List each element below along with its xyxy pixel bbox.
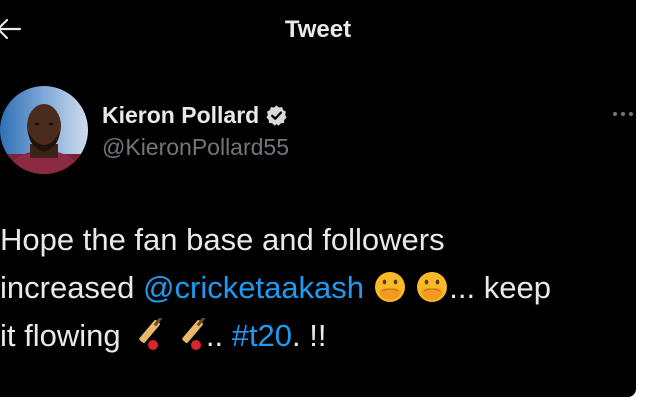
tweet-text-segment: . !! [292,318,327,353]
page-title: Tweet [284,16,352,43]
face-with-hand-over-mouth-icon [374,271,405,302]
top-bar: Tweet [0,0,636,60]
tweet-text-segment: increased [0,270,144,305]
tweet-text-segment: ... keep [449,270,551,305]
tweet-line-2: increased @cricketaakash ... keep [0,264,636,312]
author-name-row[interactable]: Kieron Pollard [102,100,288,130]
avatar[interactable] [0,86,88,174]
tweet-line-3: it flowing .. #t20. !! [0,312,636,360]
avatar-image [0,86,88,174]
verified-badge-icon [266,104,287,126]
tweet-text-segment: .. [205,318,232,353]
face-with-hand-over-mouth-icon [417,271,448,302]
tweet-text-segment: Hope the fan base and followers [0,222,445,257]
hashtag-link[interactable]: #t20 [232,318,292,353]
tweet-text-segment: it flowing [0,318,130,353]
cricket-bat-and-ball-icon [182,317,206,350]
cricket-bat-and-ball-icon [139,317,163,350]
tweet-detail-view: Tweet Kieron Pollard @KieronPollard55 Ho… [0,0,636,397]
author-handle[interactable]: @KieronPollard55 [102,133,289,161]
more-options-icon[interactable] [610,103,636,125]
tweet-text: Hope the fan base and followers increase… [0,216,636,360]
mention-link[interactable]: @cricketaakash [143,270,364,305]
tweet-line-1: Hope the fan base and followers [0,216,636,264]
author-display-name: Kieron Pollard [102,102,260,128]
